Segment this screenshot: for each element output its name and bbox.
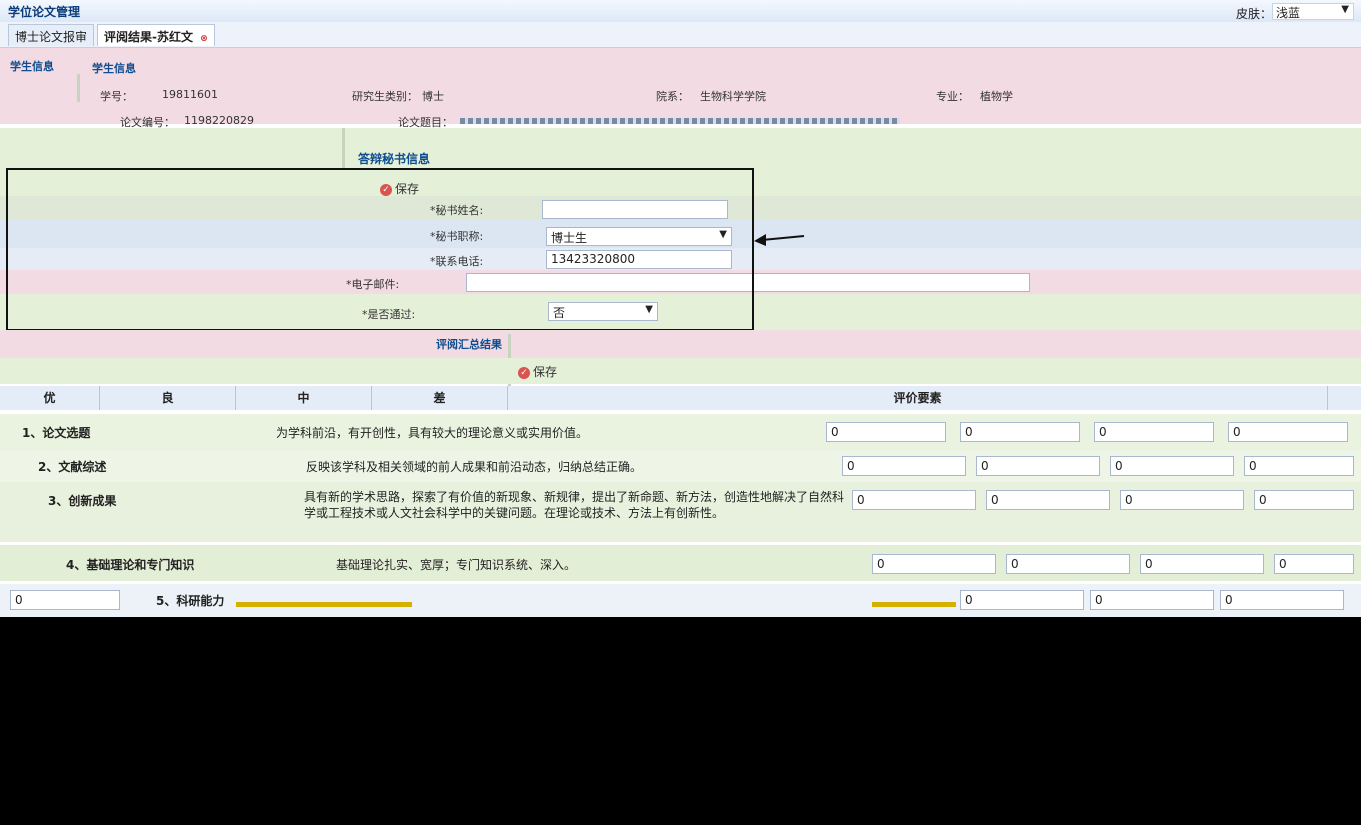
row-name: 2、文献综述 — [38, 460, 107, 474]
row-desc: 具有新的学术思路，探索了有价值的新现象、新规律，提出了新命题、新方法，创造性地解… — [304, 490, 845, 520]
score-input[interactable]: 0 — [1006, 554, 1130, 574]
row-name: 3、创新成果 — [48, 494, 117, 508]
score-input[interactable]: 0 — [872, 554, 996, 574]
check-icon: ✓ — [518, 366, 530, 379]
arrow-left-icon — [754, 234, 805, 246]
header-excellent: 优 — [0, 386, 100, 410]
student-section-title: 学生信息 — [10, 60, 54, 73]
skin-select-value: 浅蓝 — [1276, 6, 1301, 20]
summary-save-button[interactable]: ✓ 保存 — [518, 363, 557, 380]
summary-section-header — [0, 330, 1361, 358]
score-input[interactable]: 0 — [1094, 422, 1214, 442]
tab-label: 博士论文报审 — [15, 30, 88, 44]
summary-toolbar — [0, 358, 1361, 384]
student-level-label: 研究生类别： — [352, 90, 418, 103]
score-input[interactable]: 0 — [986, 490, 1110, 510]
skin-select[interactable]: 浅蓝 ▼ — [1272, 3, 1354, 20]
student-id-label: 学号： — [100, 90, 133, 103]
header-medium: 中 — [236, 386, 372, 410]
student-level-value: 博士 — [422, 90, 444, 103]
divider — [77, 74, 80, 102]
score-input[interactable]: 0 — [960, 590, 1084, 610]
row-name: 1、论文选题 — [22, 426, 91, 440]
score-input[interactable]: 0 — [1244, 456, 1354, 476]
header-criteria: 评价要素 — [508, 386, 1328, 410]
secretary-section-header — [0, 144, 1361, 170]
student-dept-value: 生物科学学院 — [700, 90, 766, 103]
tab-review-result[interactable]: 评阅结果-苏红文 ⊗ — [97, 24, 215, 46]
row-desc: 反映该学科及相关领域的前人成果和前沿动态，归纳总结正确。 — [306, 460, 643, 474]
score-input[interactable]: 0 — [1220, 590, 1344, 610]
header-good: 良 — [100, 386, 236, 410]
paper-id-value: 1198220829 — [184, 114, 254, 127]
score-input[interactable]: 0 — [10, 590, 120, 610]
header-poor: 差 — [372, 386, 508, 410]
row-name: 5、科研能力 — [156, 594, 225, 608]
highlight-box — [6, 168, 754, 331]
summary-section-title: 评阅汇总结果 — [436, 338, 502, 351]
secretary-section-title: 答辩秘书信息 — [358, 152, 431, 166]
score-input[interactable]: 0 — [1274, 554, 1354, 574]
student-dept-label: 院系： — [656, 90, 689, 103]
score-input[interactable]: 0 — [1140, 554, 1264, 574]
tab-label: 评阅结果-苏红文 — [104, 30, 193, 44]
score-input[interactable]: 0 — [1228, 422, 1348, 442]
score-input[interactable]: 0 — [1120, 490, 1244, 510]
app-title: 学位论文管理 — [8, 5, 81, 19]
row-desc: 为学科前沿，有开创性，具有较大的理论意义或实用价值。 — [276, 426, 589, 440]
skin-label: 皮肤： — [1236, 7, 1273, 21]
app-header — [0, 0, 1361, 22]
score-input[interactable]: 0 — [826, 422, 946, 442]
student-major-label: 专业： — [936, 90, 969, 103]
row-name: 4、基础理论和专门知识 — [66, 558, 195, 572]
score-input[interactable]: 0 — [1090, 590, 1214, 610]
student-section-header — [0, 48, 1361, 74]
score-input[interactable]: 0 — [842, 456, 966, 476]
blank-region — [0, 617, 1361, 825]
score-input[interactable]: 0 — [960, 422, 1080, 442]
highlight-bar — [872, 602, 956, 607]
score-input[interactable]: 0 — [976, 456, 1100, 476]
highlight-bar — [236, 602, 412, 607]
score-input[interactable]: 0 — [1254, 490, 1354, 510]
score-input[interactable]: 0 — [852, 490, 976, 510]
row-desc: 基础理论扎实、宽厚；专门知识系统、深入。 — [336, 558, 577, 572]
student-major-value: 植物学 — [980, 90, 1013, 103]
tab-thesis-review[interactable]: 博士论文报审 — [8, 24, 95, 46]
paper-title-value — [460, 118, 900, 124]
score-input[interactable]: 0 — [1110, 456, 1234, 476]
chevron-down-icon: ▼ — [1341, 4, 1349, 15]
close-icon[interactable]: ⊗ — [200, 34, 208, 44]
student-id-value: 19811601 — [162, 88, 218, 101]
